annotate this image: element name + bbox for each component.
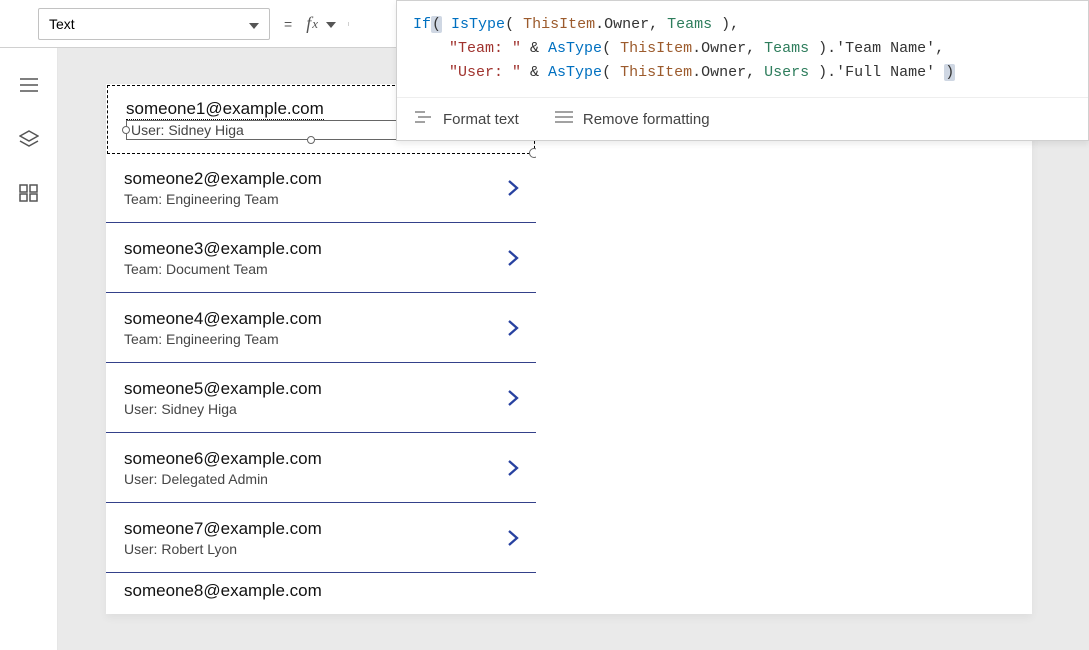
gallery-item-partial[interactable]: someone8@example.com (106, 573, 536, 613)
fx-x: x (312, 16, 318, 32)
gallery-title: someone5@example.com (124, 379, 322, 399)
chevron-down-icon (322, 15, 336, 33)
gallery-title: someone3@example.com (124, 239, 322, 259)
gallery-item[interactable]: someone5@example.com User: Sidney Higa (106, 363, 536, 433)
chevron-right-icon[interactable] (504, 459, 522, 477)
formula-code[interactable]: If( IsType( ThisItem.Owner, Teams ), "Te… (397, 1, 1088, 97)
gallery-title[interactable]: someone1@example.com (126, 99, 324, 120)
chevron-right-icon[interactable] (504, 389, 522, 407)
resize-handle-bottom[interactable] (307, 136, 315, 144)
screen-background[interactable]: someone1@example.com User: Sidney Higa s… (106, 84, 1032, 614)
resize-handle-left[interactable] (122, 126, 130, 134)
formula-dropdown: If( IsType( ThisItem.Owner, Teams ), "Te… (396, 0, 1089, 141)
property-selector-label: Text (49, 16, 75, 32)
gallery-item[interactable]: someone6@example.com User: Delegated Admi… (106, 433, 536, 503)
gallery-subtitle: User: Sidney Higa (124, 401, 322, 417)
chevron-down-icon (249, 16, 259, 32)
format-toolbar: Format text Remove formatting (397, 97, 1088, 140)
gallery-title: someone6@example.com (124, 449, 322, 469)
hamburger-icon[interactable] (19, 76, 39, 94)
equals-sign: = (284, 16, 292, 32)
chevron-right-icon[interactable] (504, 529, 522, 547)
gallery-subtitle: User: Delegated Admin (124, 471, 322, 487)
remove-formatting-icon (555, 110, 573, 128)
gallery-title: someone4@example.com (124, 309, 322, 329)
layers-icon[interactable] (19, 130, 39, 148)
left-rail (0, 48, 58, 650)
gallery-item[interactable]: someone4@example.com Team: Engineering Te… (106, 293, 536, 363)
gallery-title: someone2@example.com (124, 169, 322, 189)
gallery-subtitle-text: User: Sidney Higa (131, 122, 244, 138)
gallery-subtitle: Team: Engineering Team (124, 331, 322, 347)
gallery-title: someone7@example.com (124, 519, 322, 539)
gallery-item[interactable]: someone2@example.com Team: Engineering Te… (106, 153, 536, 223)
components-icon[interactable] (19, 184, 39, 202)
remove-formatting-label: Remove formatting (583, 111, 710, 128)
gallery-item[interactable]: someone7@example.com User: Robert Lyon (106, 503, 536, 573)
fx-f: f (306, 13, 311, 34)
gallery-item[interactable]: someone3@example.com Team: Document Team (106, 223, 536, 293)
gallery-subtitle: User: Robert Lyon (124, 541, 322, 557)
chevron-right-icon[interactable] (504, 249, 522, 267)
property-selector[interactable]: Text (38, 8, 270, 40)
chevron-right-icon[interactable] (504, 179, 522, 197)
format-text-icon (415, 110, 433, 128)
gallery-subtitle: Team: Document Team (124, 261, 322, 277)
fx-dropdown[interactable]: fx (306, 13, 336, 34)
format-text-label: Format text (443, 111, 519, 128)
chevron-right-icon[interactable] (504, 319, 522, 337)
gallery[interactable]: someone1@example.com User: Sidney Higa s… (106, 84, 536, 614)
format-text-button[interactable]: Format text (415, 110, 519, 128)
gallery-title: someone8@example.com (124, 581, 322, 601)
gallery-subtitle: Team: Engineering Team (124, 191, 322, 207)
remove-formatting-button[interactable]: Remove formatting (555, 110, 710, 128)
